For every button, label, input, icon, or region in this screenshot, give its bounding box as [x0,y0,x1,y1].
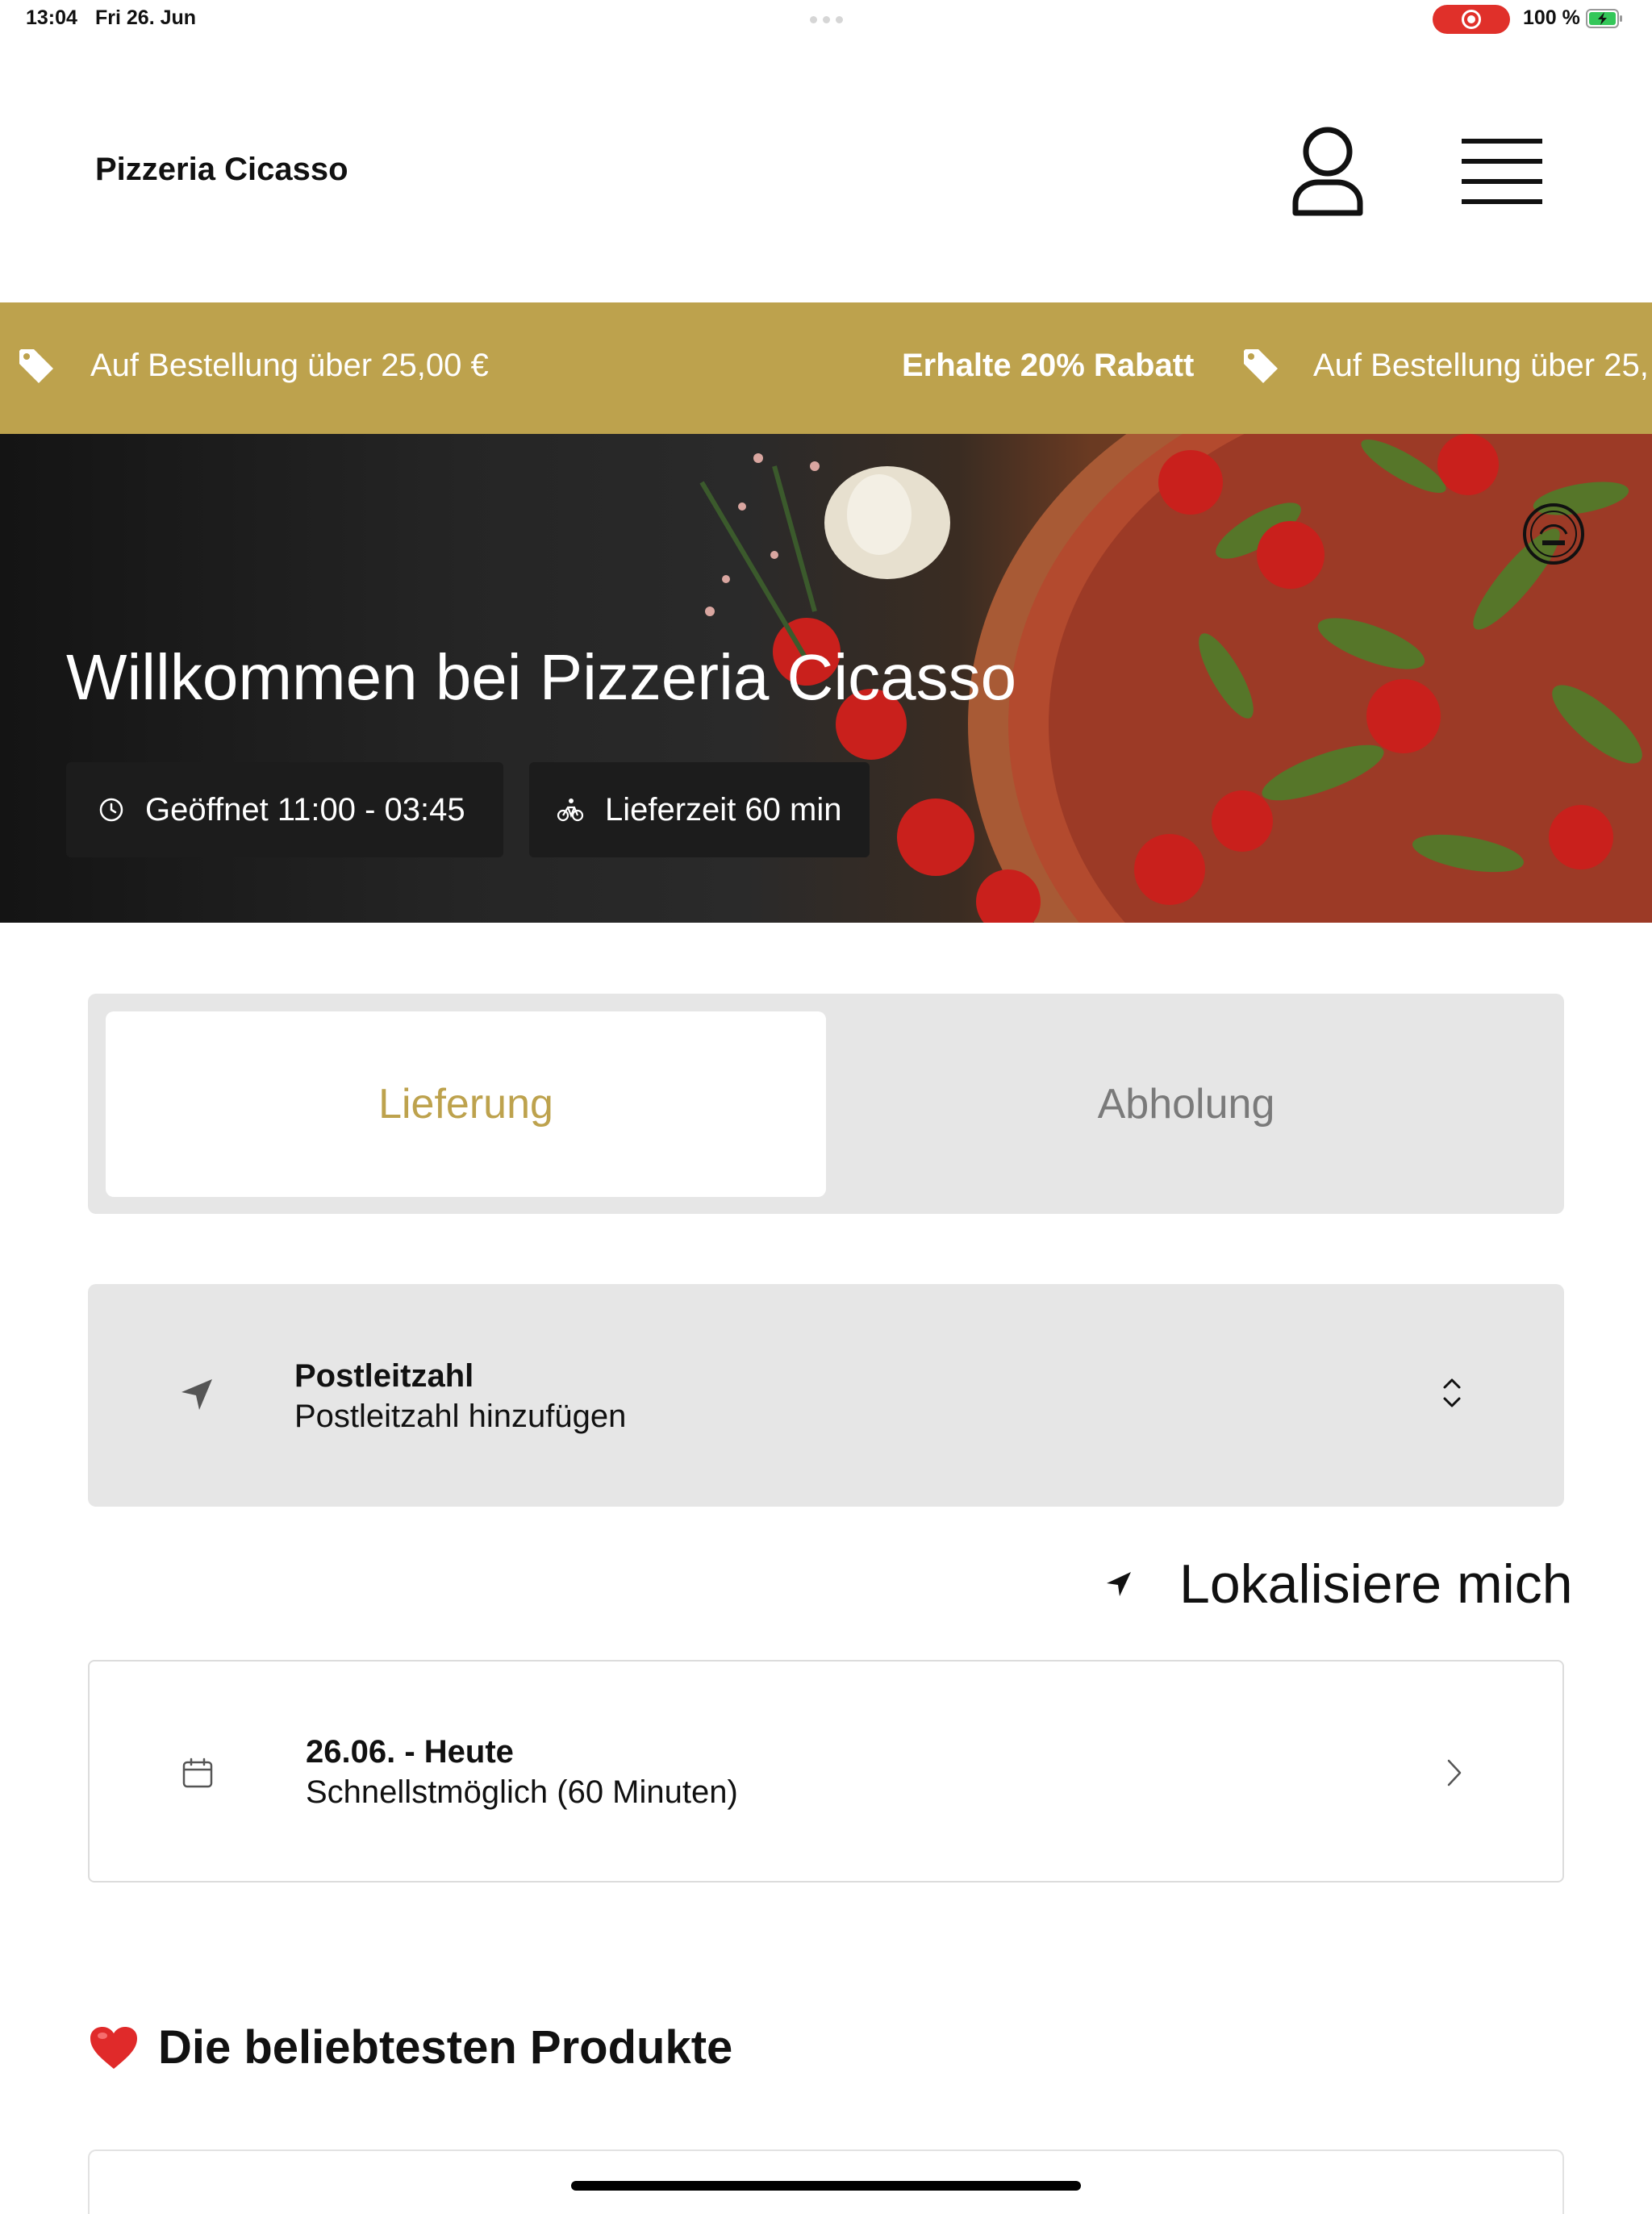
postcode-label: Postleitzahl [294,1358,474,1394]
status-date: Fri 26. Jun [95,6,197,29]
postcode-selector[interactable]: Postleitzahl Postleitzahl hinzufügen [88,1284,1564,1507]
location-arrow-icon [181,1379,212,1410]
delivery-date-label: 26.06. - Heute [306,1734,514,1770]
price-tag-icon [1244,349,1278,383]
chevron-up-down-icon [1443,1378,1461,1407]
status-time: 13:04 [26,6,77,29]
locate-me-button[interactable]: Lokalisiere mich [1105,1553,1573,1616]
battery-percentage: 100 % [1523,6,1580,29]
delivery-time-text: Lieferzeit 60 min [605,791,842,828]
screen-recording-icon[interactable] [1433,5,1510,34]
halal-badge-icon [1523,503,1584,565]
delivery-time-selector[interactable]: 26.06. - Heute Schnellstmöglich (60 Minu… [88,1660,1564,1883]
battery-charging-icon [1586,9,1622,28]
multitasking-dots-icon[interactable] [810,16,843,23]
heart-icon [90,2026,137,2069]
promo-highlight: Erhalte 20% Rabatt [902,348,1195,383]
promo-text: Auf Bestellung über 25,00 € [90,348,489,383]
tab-pickup[interactable]: Abholung [826,1011,1546,1197]
promo-text: Auf Bestellung über 25, [1313,348,1649,383]
delivery-time-badge: Lieferzeit 60 min [529,762,870,857]
tab-delivery[interactable]: Lieferung [106,1011,826,1197]
calendar-icon [182,1757,213,1788]
brand-name[interactable]: Pizzeria Cicasso [95,152,348,188]
hero-banner: Willkommen bei Pizzeria Cicasso Geöffnet… [0,434,1652,923]
postcode-placeholder: Postleitzahl hinzufügen [294,1399,627,1434]
clock-icon [99,798,123,822]
delivery-date-value: Schnellstmöglich (60 Minuten) [306,1774,738,1810]
home-indicator[interactable] [571,2181,1081,2191]
location-arrow-icon [1107,1572,1131,1596]
order-mode-switch: Lieferung Abholung [88,994,1564,1214]
hamburger-menu-icon[interactable] [1462,136,1542,206]
popular-products-heading: Die beliebtesten Produkte [89,2020,732,2074]
promo-banner: Auf Bestellung über 25,00 € Erhalte 20% … [0,302,1652,434]
chevron-right-icon [1447,1759,1462,1787]
locate-me-label: Lokalisiere mich [1179,1553,1573,1615]
price-tag-icon [19,349,53,383]
hero-title: Willkommen bei Pizzeria Cicasso [66,641,1017,713]
opening-hours-text: Geöffnet 11:00 - 03:45 [145,791,465,828]
status-bar: 13:04 Fri 26. Jun 100 % [0,0,1652,39]
user-icon[interactable] [1291,126,1365,216]
popular-products-title: Die beliebtesten Produkte [158,2021,733,2074]
opening-hours-badge: Geöffnet 11:00 - 03:45 [66,762,503,857]
bicycle-courier-icon [557,798,584,822]
